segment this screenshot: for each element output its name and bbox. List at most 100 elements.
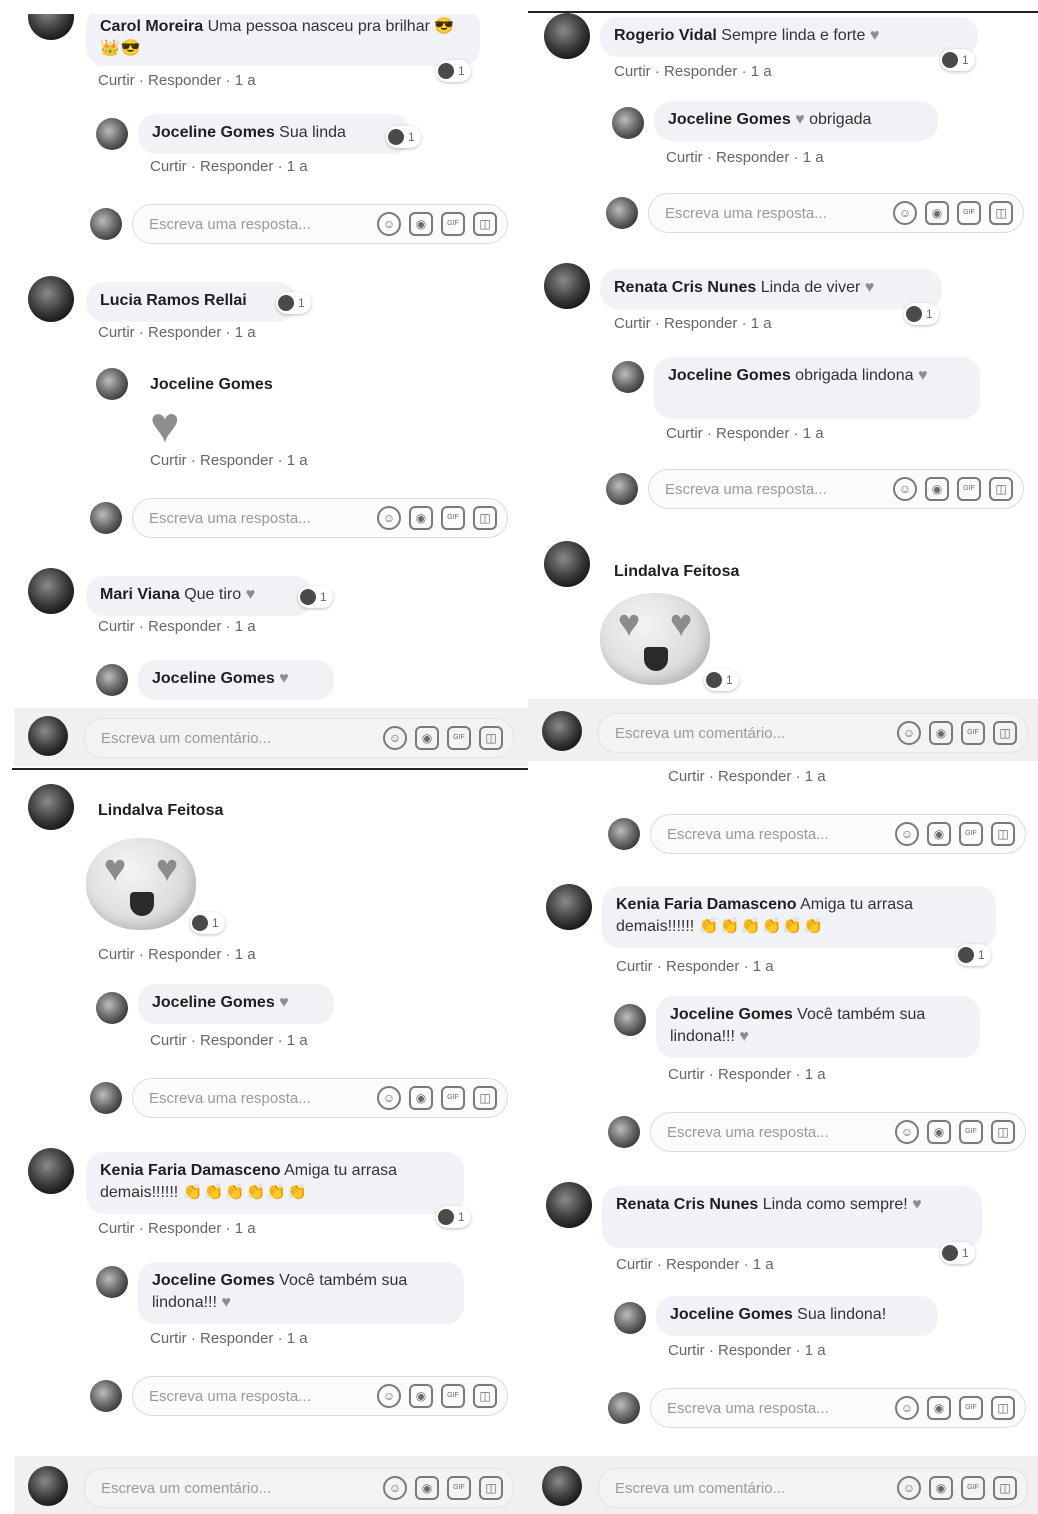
like-link[interactable]: Curtir bbox=[668, 768, 705, 785]
like-link[interactable]: Curtir bbox=[98, 72, 135, 89]
reply-input[interactable] bbox=[147, 1386, 377, 1406]
reaction-badge[interactable]: 1 bbox=[956, 944, 991, 966]
reply-link[interactable]: Responder bbox=[718, 1342, 791, 1359]
reply-composer[interactable]: ☺ ◉ GIF ◫ bbox=[132, 498, 508, 538]
like-link[interactable]: Curtir bbox=[98, 324, 135, 341]
current-user-avatar[interactable] bbox=[608, 1116, 640, 1148]
camera-icon[interactable]: ◉ bbox=[409, 1086, 433, 1110]
camera-icon[interactable]: ◉ bbox=[927, 1396, 951, 1420]
sticker-icon[interactable]: ◫ bbox=[993, 1476, 1017, 1500]
like-link[interactable]: Curtir bbox=[150, 452, 187, 469]
camera-icon[interactable]: ◉ bbox=[927, 822, 951, 846]
camera-icon[interactable]: ◉ bbox=[409, 212, 433, 236]
gif-icon[interactable]: GIF bbox=[959, 1396, 983, 1420]
reply-composer[interactable]: ☺ ◉ GIF ◫ bbox=[650, 1112, 1026, 1152]
current-user-avatar[interactable] bbox=[90, 502, 122, 534]
reply-input[interactable] bbox=[663, 479, 893, 499]
emoji-icon[interactable]: ☺ bbox=[897, 1476, 921, 1500]
avatar[interactable] bbox=[544, 541, 590, 587]
comment-composer[interactable]: ☺ ◉ GIF ◫ bbox=[84, 718, 514, 758]
commenter-name[interactable]: Mari Viana bbox=[100, 586, 180, 603]
commenter-name[interactable]: Joceline Gomes bbox=[668, 111, 791, 128]
timestamp[interactable]: 1 a bbox=[287, 1330, 308, 1347]
avatar[interactable] bbox=[28, 1148, 74, 1194]
reply-input[interactable] bbox=[665, 1398, 895, 1418]
camera-icon[interactable]: ◉ bbox=[925, 201, 949, 225]
gif-icon[interactable]: GIF bbox=[441, 506, 465, 530]
camera-icon[interactable]: ◉ bbox=[415, 1476, 439, 1500]
current-user-avatar[interactable] bbox=[608, 1392, 640, 1424]
commenter-name[interactable]: Rogerio Vidal bbox=[614, 27, 717, 44]
reply-link[interactable]: Responder bbox=[664, 315, 737, 332]
timestamp[interactable]: 1 a bbox=[805, 1342, 826, 1359]
like-link[interactable]: Curtir bbox=[668, 1066, 705, 1083]
gif-icon[interactable]: GIF bbox=[441, 1086, 465, 1110]
sticker-icon[interactable]: ◫ bbox=[473, 506, 497, 530]
avatar[interactable] bbox=[546, 884, 592, 930]
timestamp[interactable]: 1 a bbox=[753, 1256, 774, 1273]
like-link[interactable]: Curtir bbox=[666, 425, 703, 442]
gif-icon[interactable]: GIF bbox=[447, 726, 471, 750]
emoji-icon[interactable]: ☺ bbox=[377, 1384, 401, 1408]
reply-link[interactable]: Responder bbox=[200, 452, 273, 469]
emoji-icon[interactable]: ☺ bbox=[895, 1120, 919, 1144]
reaction-badge[interactable]: 1 bbox=[190, 912, 225, 934]
current-user-avatar[interactable] bbox=[90, 208, 122, 240]
like-link[interactable]: Curtir bbox=[666, 149, 703, 166]
reply-link[interactable]: Responder bbox=[718, 768, 791, 785]
emoji-icon[interactable]: ☺ bbox=[895, 822, 919, 846]
timestamp[interactable]: 1 a bbox=[805, 1066, 826, 1083]
camera-icon[interactable]: ◉ bbox=[925, 477, 949, 501]
like-link[interactable]: Curtir bbox=[150, 158, 187, 175]
commenter-name[interactable]: Joceline Gomes bbox=[152, 670, 275, 687]
reply-link[interactable]: Responder bbox=[716, 425, 789, 442]
gif-icon[interactable]: GIF bbox=[959, 1120, 983, 1144]
timestamp[interactable]: 1 a bbox=[805, 768, 826, 785]
camera-icon[interactable]: ◉ bbox=[409, 1384, 433, 1408]
reaction-badge[interactable]: 1 bbox=[436, 60, 471, 82]
avatar[interactable] bbox=[612, 107, 644, 139]
camera-icon[interactable]: ◉ bbox=[929, 1476, 953, 1500]
sticker-icon[interactable]: ◫ bbox=[991, 1120, 1015, 1144]
reaction-badge[interactable]: 1 bbox=[940, 49, 975, 71]
reply-link[interactable]: Responder bbox=[148, 324, 221, 341]
reply-composer[interactable]: ☺ ◉ GIF ◫ bbox=[132, 1078, 508, 1118]
reply-composer[interactable]: ☺ ◉ GIF ◫ bbox=[650, 1388, 1026, 1428]
timestamp[interactable]: 1 a bbox=[287, 1032, 308, 1049]
avatar[interactable] bbox=[28, 784, 74, 830]
camera-icon[interactable]: ◉ bbox=[415, 726, 439, 750]
comment-input[interactable] bbox=[613, 723, 897, 743]
current-user-avatar[interactable] bbox=[608, 818, 640, 850]
reply-composer[interactable]: ☺ ◉ GIF ◫ bbox=[132, 1376, 508, 1416]
like-link[interactable]: Curtir bbox=[150, 1330, 187, 1347]
reply-link[interactable]: Responder bbox=[666, 958, 739, 975]
timestamp[interactable]: 1 a bbox=[235, 1220, 256, 1237]
avatar[interactable] bbox=[96, 1266, 128, 1298]
avatar[interactable] bbox=[96, 992, 128, 1024]
avatar[interactable] bbox=[612, 361, 644, 393]
commenter-name[interactable]: Lindalva Feitosa bbox=[98, 802, 223, 819]
sticker-icon[interactable]: ◫ bbox=[479, 1476, 503, 1500]
sticker-icon[interactable]: ◫ bbox=[473, 1384, 497, 1408]
current-user-avatar[interactable] bbox=[606, 473, 638, 505]
emoji-icon[interactable]: ☺ bbox=[897, 721, 921, 745]
reply-link[interactable]: Responder bbox=[200, 1330, 273, 1347]
like-link[interactable]: Curtir bbox=[616, 1256, 653, 1273]
avatar[interactable] bbox=[544, 13, 590, 59]
current-user-avatar[interactable] bbox=[606, 197, 638, 229]
reaction-badge[interactable]: 1 bbox=[386, 126, 421, 148]
reply-composer[interactable]: ☺ ◉ GIF ◫ bbox=[650, 814, 1026, 854]
current-user-avatar[interactable] bbox=[28, 716, 68, 756]
avatar[interactable] bbox=[546, 1182, 592, 1228]
gif-icon[interactable]: GIF bbox=[961, 1476, 985, 1500]
like-link[interactable]: Curtir bbox=[98, 618, 135, 635]
reply-input[interactable] bbox=[147, 1088, 377, 1108]
gif-icon[interactable]: GIF bbox=[441, 212, 465, 236]
reply-input[interactable] bbox=[147, 214, 377, 234]
like-link[interactable]: Curtir bbox=[150, 1032, 187, 1049]
comment-input[interactable] bbox=[99, 1478, 383, 1498]
emoji-icon[interactable]: ☺ bbox=[893, 201, 917, 225]
commenter-name[interactable]: Renata Cris Nunes bbox=[616, 1196, 758, 1213]
emoji-icon[interactable]: ☺ bbox=[377, 1086, 401, 1110]
sticker-icon[interactable]: ◫ bbox=[479, 726, 503, 750]
